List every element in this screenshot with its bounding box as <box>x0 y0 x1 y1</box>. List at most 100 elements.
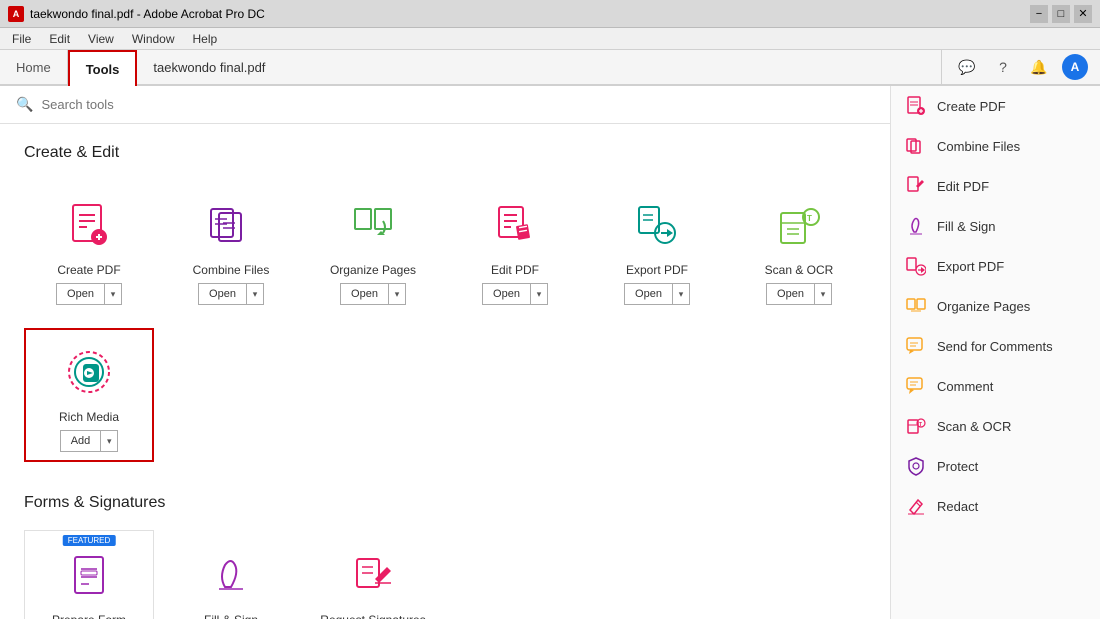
scan-ocr-icon: T <box>769 195 829 255</box>
tool-fill-sign[interactable]: Fill & Sign Open ▾ <box>166 530 296 619</box>
sidebar-collapse-btn[interactable]: ❮ <box>890 339 891 367</box>
create-pdf-label: Create PDF <box>57 263 120 277</box>
menu-file[interactable]: File <box>4 30 39 48</box>
tools-content: Create & Edit <box>0 124 890 619</box>
notification-icon[interactable]: 🔔 <box>1026 54 1052 80</box>
sidebar-item-edit-pdf[interactable]: Edit PDF <box>891 166 1100 206</box>
rich-media-dropdown-btn[interactable]: ▾ <box>100 430 118 452</box>
request-signatures-label: Request Signatures <box>320 613 425 619</box>
tool-scan-ocr[interactable]: T Scan & OCR Open ▾ <box>734 180 864 316</box>
menu-edit[interactable]: Edit <box>41 30 78 48</box>
combine-files-open-btn[interactable]: Open <box>198 283 246 305</box>
search-input[interactable] <box>41 97 874 112</box>
sidebar-combine-label: Combine Files <box>937 139 1020 154</box>
window-title: taekwondo final.pdf - Adobe Acrobat Pro … <box>30 7 265 21</box>
prepare-form-label: Prepare Form <box>52 613 126 619</box>
tab-bar-right: 💬 ? 🔔 A <box>942 50 1100 84</box>
sidebar-item-create-pdf[interactable]: Create PDF <box>891 86 1100 126</box>
search-bar: 🔍 <box>0 86 890 124</box>
section-forms-title: Forms & Signatures <box>24 494 866 512</box>
sidebar-item-send-comments[interactable]: Send for Comments <box>891 326 1100 366</box>
combine-files-btn-group[interactable]: Open ▾ <box>198 283 264 305</box>
create-edit-grid: Create PDF Open ▾ <box>24 180 866 462</box>
scan-ocr-btn-group[interactable]: Open ▾ <box>766 283 832 305</box>
fill-sign-icon <box>201 545 261 605</box>
edit-pdf-dropdown-btn[interactable]: ▾ <box>530 283 548 305</box>
menu-view[interactable]: View <box>80 30 122 48</box>
tool-combine-files[interactable]: Combine Files Open ▾ <box>166 180 296 316</box>
sidebar-scan-ocr-label: Scan & OCR <box>937 419 1011 434</box>
sidebar-redact-label: Redact <box>937 499 978 514</box>
edit-pdf-btn-group[interactable]: Open ▾ <box>482 283 548 305</box>
menu-help[interactable]: Help <box>185 30 226 48</box>
sidebar-protect-label: Protect <box>937 459 978 474</box>
create-pdf-btn-group[interactable]: Open ▾ <box>56 283 122 305</box>
sidebar-organize-label: Organize Pages <box>937 299 1030 314</box>
title-bar-left: A taekwondo final.pdf - Adobe Acrobat Pr… <box>8 6 265 22</box>
create-pdf-open-btn[interactable]: Open <box>56 283 104 305</box>
organize-pages-dropdown-btn[interactable]: ▾ <box>388 283 406 305</box>
sidebar-comment-label: Comment <box>937 379 993 394</box>
tool-edit-pdf[interactable]: Edit PDF Open ▾ <box>450 180 580 316</box>
export-pdf-btn-group[interactable]: Open ▾ <box>624 283 690 305</box>
sidebar-fill-sign-label: Fill & Sign <box>937 219 996 234</box>
organize-pages-label: Organize Pages <box>330 263 416 277</box>
sidebar-edit-label: Edit PDF <box>937 179 989 194</box>
sidebar-redact-icon <box>905 495 927 517</box>
sidebar-fill-sign-icon <box>905 215 927 237</box>
export-pdf-dropdown-btn[interactable]: ▾ <box>672 283 690 305</box>
scan-ocr-open-btn[interactable]: Open <box>766 283 814 305</box>
tool-prepare-form[interactable]: FEATURED Prepare Form Open ▾ <box>24 530 154 619</box>
create-pdf-icon <box>59 195 119 255</box>
sidebar-export-label: Export PDF <box>937 259 1004 274</box>
scan-ocr-dropdown-btn[interactable]: ▾ <box>814 283 832 305</box>
tool-organize-pages[interactable]: Organize Pages Open ▾ <box>308 180 438 316</box>
rich-media-btn-group[interactable]: Add ▾ <box>60 430 119 452</box>
menu-window[interactable]: Window <box>124 30 183 48</box>
chat-icon[interactable]: 💬 <box>954 54 980 80</box>
export-pdf-label: Export PDF <box>626 263 688 277</box>
sidebar-create-pdf-label: Create PDF <box>937 99 1006 114</box>
sidebar-item-combine-files[interactable]: Combine Files <box>891 126 1100 166</box>
main-layout: 🔍 Create & Edit <box>0 86 1100 619</box>
tool-rich-media[interactable]: Rich Media Add ▾ <box>24 328 154 462</box>
sidebar-edit-icon <box>905 175 927 197</box>
sidebar-item-organize-pages[interactable]: Organize Pages <box>891 286 1100 326</box>
sidebar-item-fill-sign[interactable]: Fill & Sign <box>891 206 1100 246</box>
organize-pages-open-btn[interactable]: Open <box>340 283 388 305</box>
tab-home[interactable]: Home <box>0 50 68 84</box>
sidebar-item-protect[interactable]: Protect <box>891 446 1100 486</box>
edit-pdf-open-btn[interactable]: Open <box>482 283 530 305</box>
create-pdf-dropdown-btn[interactable]: ▾ <box>104 283 122 305</box>
sidebar-item-comment[interactable]: Comment <box>891 366 1100 406</box>
rich-media-add-btn[interactable]: Add <box>60 430 101 452</box>
scan-ocr-label: Scan & OCR <box>765 263 834 277</box>
title-bar-controls[interactable]: − □ ✕ <box>1030 5 1092 23</box>
tab-bar: Home Tools taekwondo final.pdf 💬 ? 🔔 A <box>0 50 1100 86</box>
svg-text:T: T <box>919 422 922 428</box>
tool-create-pdf[interactable]: Create PDF Open ▾ <box>24 180 154 316</box>
tool-export-pdf[interactable]: Export PDF Open ▾ <box>592 180 722 316</box>
tab-tools[interactable]: Tools <box>68 50 138 86</box>
menu-bar: File Edit View Window Help <box>0 28 1100 50</box>
tab-document[interactable]: taekwondo final.pdf <box>137 50 942 84</box>
svg-text:T: T <box>807 214 812 223</box>
avatar[interactable]: A <box>1062 54 1088 80</box>
organize-pages-icon <box>343 195 403 255</box>
sidebar-send-comments-label: Send for Comments <box>937 339 1053 354</box>
combine-files-dropdown-btn[interactable]: ▾ <box>246 283 264 305</box>
sidebar-export-icon <box>905 255 927 277</box>
minimize-button[interactable]: − <box>1030 5 1048 23</box>
tool-request-signatures[interactable]: Request Signatures Open ▾ <box>308 530 438 619</box>
maximize-button[interactable]: □ <box>1052 5 1070 23</box>
sidebar-item-redact[interactable]: Redact <box>891 486 1100 526</box>
help-icon[interactable]: ? <box>990 54 1016 80</box>
sidebar-combine-icon <box>905 135 927 157</box>
sidebar-item-export-pdf[interactable]: Export PDF <box>891 246 1100 286</box>
tool-prepare-form-wrap: FEATURED Prepare Form Open ▾ <box>24 530 154 619</box>
close-button[interactable]: ✕ <box>1074 5 1092 23</box>
combine-files-icon <box>201 195 261 255</box>
export-pdf-open-btn[interactable]: Open <box>624 283 672 305</box>
sidebar-item-scan-ocr[interactable]: T Scan & OCR <box>891 406 1100 446</box>
organize-pages-btn-group[interactable]: Open ▾ <box>340 283 406 305</box>
